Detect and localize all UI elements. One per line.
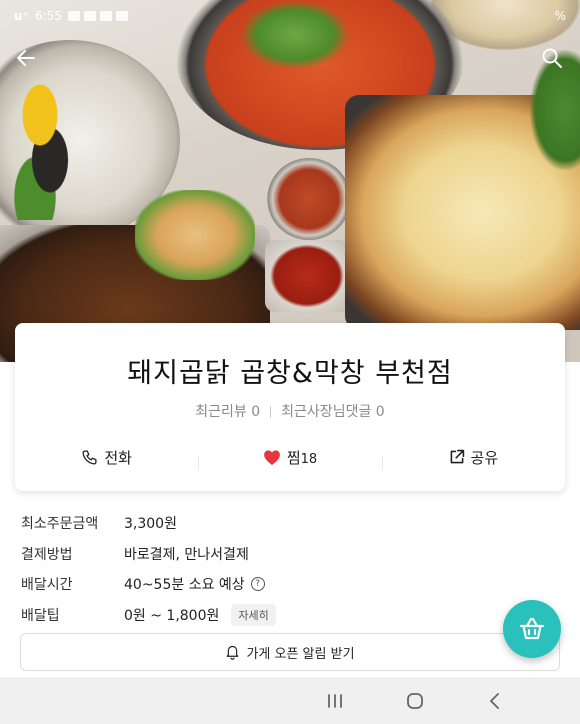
recent-owner-comment-count[interactable]: 최근사장님댓글 0: [281, 404, 385, 420]
info-value: 3,300원: [124, 516, 177, 533]
delivery-tip-row: 배달팁 0원 ~ 1,800원 자세히: [21, 600, 561, 631]
notification-icons: [67, 11, 128, 21]
action-bar: 전화 찜18 공유: [15, 439, 565, 475]
divider: [270, 406, 272, 418]
status-time: 6:55: [34, 9, 62, 23]
call-button[interactable]: 전화: [15, 447, 198, 468]
phone-icon: [82, 449, 97, 465]
info-label: 최소주문금액: [21, 516, 99, 533]
info-value: 40~55분 소요 예상: [124, 577, 245, 594]
review-summary: 최근리뷰 0 최근사장님댓글 0: [15, 401, 565, 421]
bell-icon: [227, 645, 239, 660]
basket-icon: [519, 617, 545, 640]
call-label: 전화: [104, 448, 132, 467]
favorite-count: 18: [300, 451, 318, 467]
arrow-left-icon: [17, 50, 35, 66]
notify-label: 가게 오픈 알림 받기: [246, 646, 355, 662]
info-label: 결제방법: [21, 546, 73, 563]
delivery-tip-detail-button[interactable]: 자세히: [231, 603, 276, 626]
system-back-button[interactable]: [482, 688, 508, 714]
share-button[interactable]: 공유: [381, 447, 565, 470]
small-bowl: [267, 158, 351, 240]
store-info-card: 돼지곱닭 곱창&막창 부천점 최근리뷰 0 최근사장님댓글 0 전화 찜18 공유: [15, 323, 565, 491]
favorite-button[interactable]: 찜18: [198, 447, 381, 470]
battery-level: %: [554, 9, 566, 23]
back-button[interactable]: [12, 44, 40, 72]
recent-apps-icon: [328, 693, 342, 708]
search-icon: [542, 48, 562, 68]
favorite-label: 찜18: [286, 448, 318, 467]
sauce-dish: [265, 240, 349, 312]
store-info-list: 최소주문금액 3,300원 결제방법 바로결제, 만나서결제 배달시간 40~5…: [21, 508, 561, 630]
info-value-wrap: 0원 ~ 1,800원 자세히: [124, 603, 276, 626]
share-icon: [450, 449, 464, 464]
carrier-label: u⁺: [14, 9, 29, 23]
info-label: 배달시간: [21, 577, 73, 594]
info-label: 배달팁: [21, 607, 60, 624]
delivery-time-row: 배달시간 40~55분 소요 예상 ?: [21, 569, 561, 600]
fries-pile: [135, 190, 255, 280]
store-hero-image: [0, 0, 580, 362]
info-value-wrap: 40~55분 소요 예상 ?: [124, 574, 265, 594]
system-nav-bar: [0, 677, 580, 724]
bibimbap-vegetables: [0, 70, 100, 220]
recent-review-count[interactable]: 최근리뷰 0: [195, 404, 260, 420]
share-label: 공유: [470, 448, 499, 467]
home-button[interactable]: [402, 688, 428, 714]
help-icon[interactable]: ?: [250, 577, 265, 592]
heart-icon: [263, 449, 280, 465]
status-bar: u⁺ 6:55 %: [0, 0, 580, 32]
info-value: 0원 ~ 1,800원: [124, 607, 220, 624]
store-name: 돼지곱닭 곱창&막창 부천점: [127, 358, 453, 389]
recent-apps-button[interactable]: [322, 688, 348, 714]
chevron-left-icon: [490, 692, 499, 709]
payment-method-row: 결제방법 바로결제, 만나서결제: [21, 539, 561, 570]
search-button[interactable]: [538, 44, 566, 72]
open-notification-button[interactable]: 가게 오픈 알림 받기: [20, 633, 560, 671]
cart-button[interactable]: [503, 600, 561, 658]
info-value: 바로결제, 만나서결제: [124, 546, 249, 563]
home-icon: [407, 692, 423, 709]
min-order-row: 최소주문금액 3,300원: [21, 508, 561, 539]
